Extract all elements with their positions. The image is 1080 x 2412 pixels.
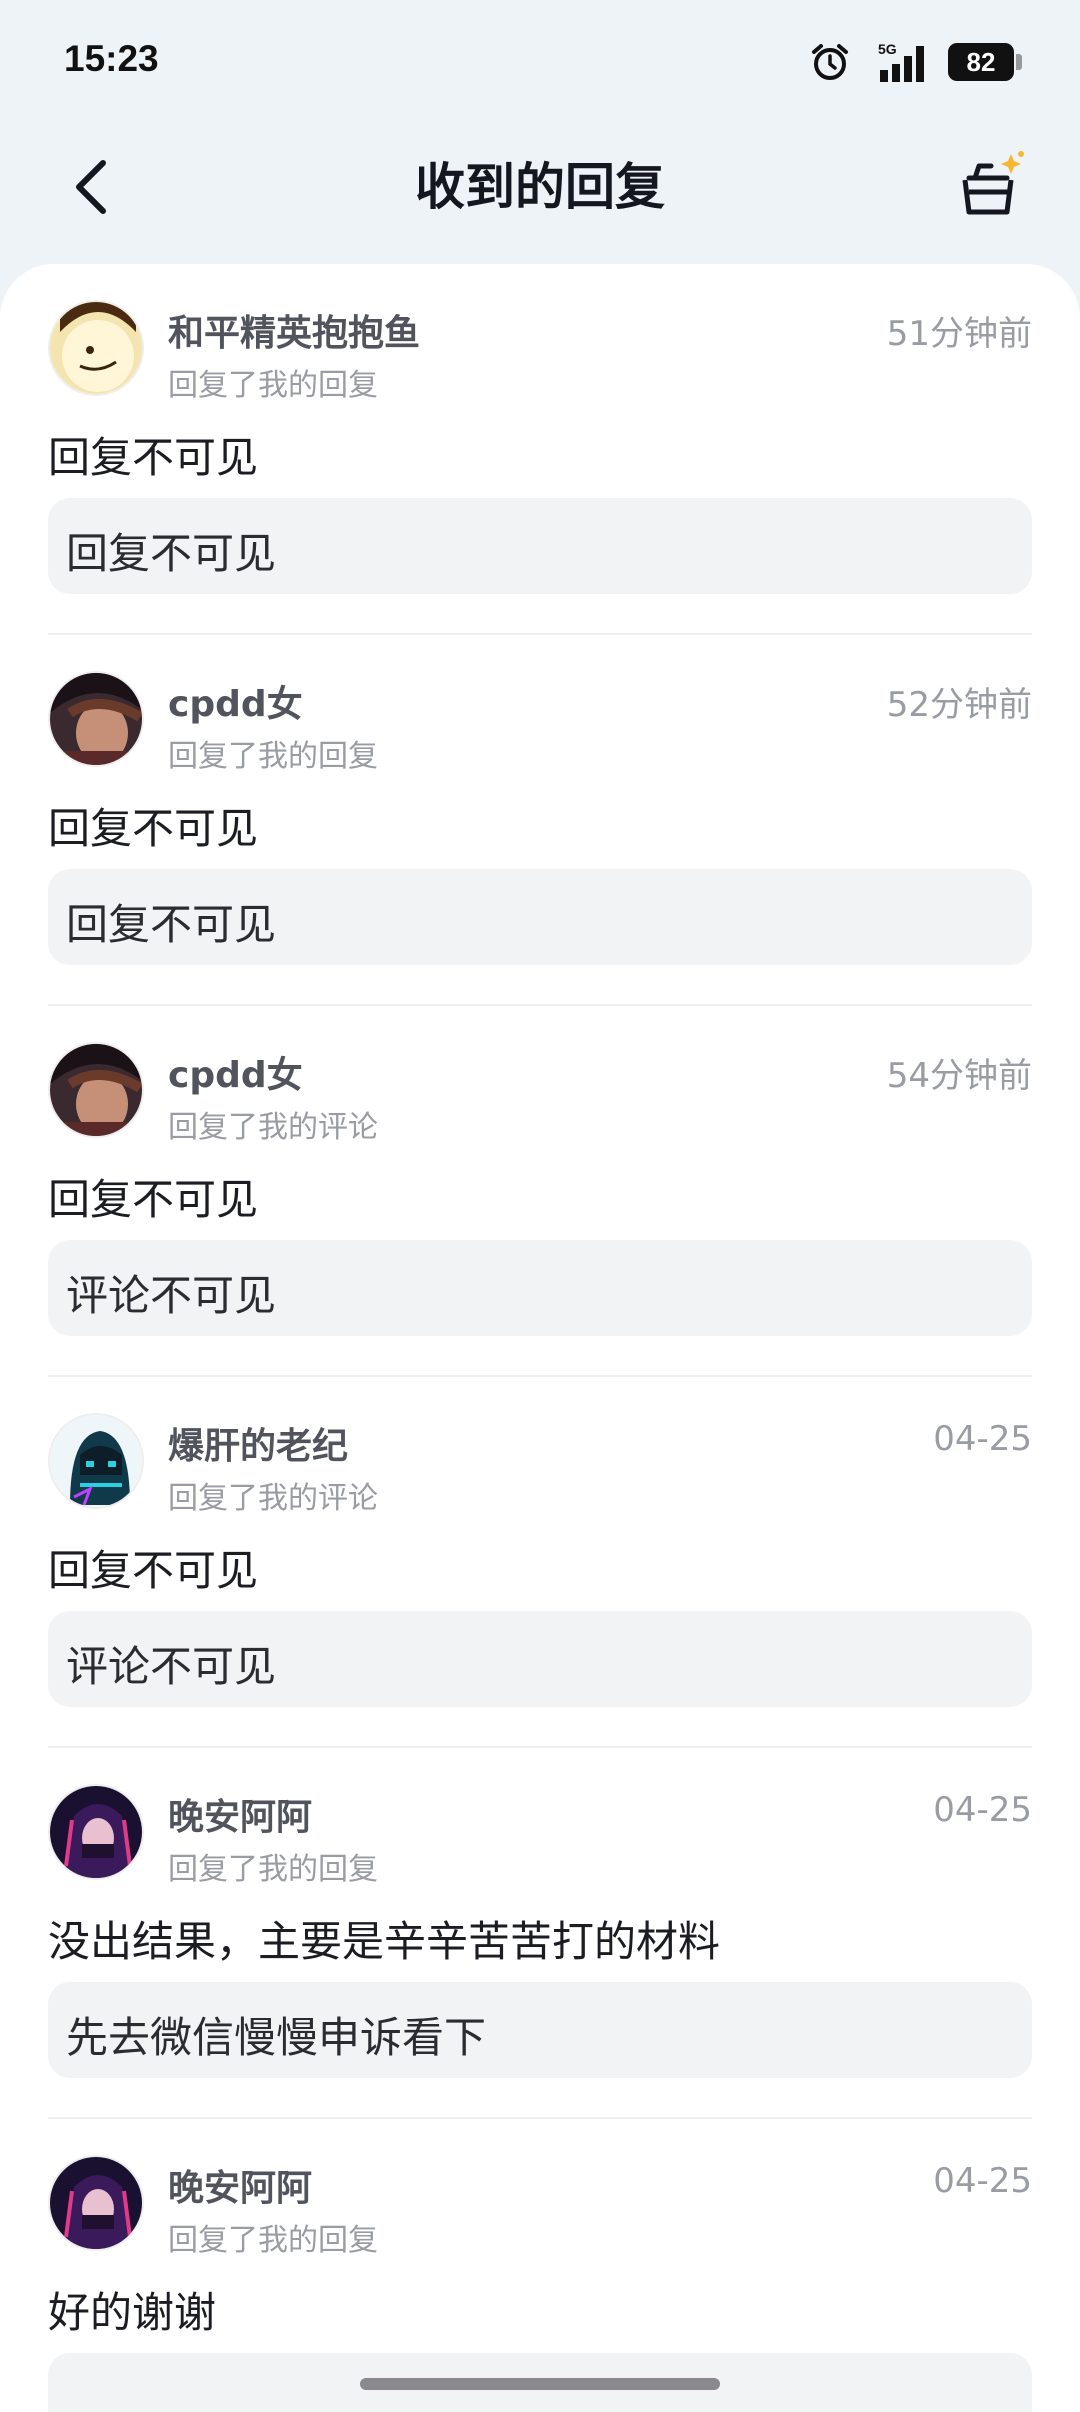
quote-text: 先去微信慢慢申诉看下 [66, 2013, 487, 2062]
reply-item[interactable]: cpdd女 回复了我的评论 54分钟前 回复不可见 评论不可见 [48, 1006, 1032, 1377]
status-bar: 15:23 5G 82 [0, 0, 1080, 120]
quoted-content[interactable]: 先去微信慢慢申诉看下 [48, 1982, 1032, 2078]
reply-item[interactable]: cpdd女 回复了我的回复 52分钟前 回复不可见 回复不可见 [48, 635, 1032, 1006]
reply-action: 回复了我的评论 [168, 1110, 378, 1145]
reply-time: 51分钟前 [886, 314, 1032, 354]
status-icons: 5G 82 [810, 40, 1024, 84]
reply-time: 04-25 [933, 1790, 1032, 1830]
page-title: 收到的回复 [415, 158, 665, 216]
quote-text: 回复不可见 [66, 900, 277, 949]
quote-text: 评论不可见 [66, 1271, 277, 1320]
username[interactable]: cpdd女 [168, 1046, 303, 1098]
quoted-content[interactable]: 回复不可见 [48, 869, 1032, 965]
reply-time: 54分钟前 [886, 1056, 1032, 1096]
username[interactable]: 晚安阿阿 [168, 2159, 312, 2211]
username[interactable]: 晚安阿阿 [168, 1788, 312, 1840]
battery-level: 82 [948, 43, 1014, 81]
reply-action: 回复了我的评论 [168, 1481, 378, 1516]
avatar[interactable] [48, 1413, 144, 1509]
username[interactable]: 和平精英抱抱鱼 [168, 304, 420, 356]
reply-text: 回复不可见 [48, 804, 259, 853]
reply-action: 回复了我的回复 [168, 2223, 378, 2258]
avatar[interactable] [48, 671, 144, 767]
status-time: 15:23 [64, 38, 159, 79]
avatar[interactable] [48, 2155, 144, 2251]
reply-text: 回复不可见 [48, 433, 259, 482]
alarm-icon [810, 42, 850, 82]
reply-action: 回复了我的回复 [168, 739, 378, 774]
quote-text: 回复不可见 [66, 529, 277, 578]
reply-text: 没出结果，主要是辛辛苦苦打的材料 [48, 1917, 721, 1966]
network-label: 5G [878, 41, 897, 57]
reply-item[interactable]: 晚安阿阿 回复了我的回复 04-25 好的谢谢 [48, 2119, 1032, 2412]
reply-text: 回复不可见 [48, 1546, 259, 1595]
avatar[interactable] [48, 300, 144, 396]
reply-item[interactable]: 晚安阿阿 回复了我的回复 04-25 没出结果，主要是辛辛苦苦打的材料 先去微信… [48, 1748, 1032, 2119]
avatar[interactable] [48, 1784, 144, 1880]
quoted-content[interactable]: 评论不可见 [48, 1240, 1032, 1336]
reply-item[interactable]: 爆肝的老纪 回复了我的评论 04-25 回复不可见 评论不可见 [48, 1377, 1032, 1748]
signal-icon: 5G [864, 40, 934, 84]
battery-icon: 82 [948, 43, 1024, 81]
reply-text: 好的谢谢 [48, 2288, 217, 2337]
reply-item[interactable]: 和平精英抱抱鱼 回复了我的回复 51分钟前 回复不可见 回复不可见 [48, 264, 1032, 635]
avatar[interactable] [48, 1042, 144, 1138]
reply-text: 回复不可见 [48, 1175, 259, 1224]
reply-time: 04-25 [933, 1419, 1032, 1459]
reply-time: 04-25 [933, 2161, 1032, 2201]
header: 收到的回复 [0, 120, 1080, 270]
home-indicator[interactable] [360, 2378, 720, 2390]
quoted-content[interactable]: 回复不可见 [48, 498, 1032, 594]
basket-sparkle-icon [962, 151, 1024, 215]
quoted-content[interactable]: 评论不可见 [48, 1611, 1032, 1707]
replies-list: 和平精英抱抱鱼 回复了我的回复 51分钟前 回复不可见 回复不可见 cpdd女 … [0, 264, 1080, 2412]
basket-button[interactable] [946, 138, 1036, 234]
username[interactable]: 爆肝的老纪 [168, 1417, 348, 1469]
reply-action: 回复了我的回复 [168, 1852, 378, 1887]
quote-text: 评论不可见 [66, 1642, 277, 1691]
username[interactable]: cpdd女 [168, 675, 303, 727]
reply-action: 回复了我的回复 [168, 368, 378, 403]
reply-time: 52分钟前 [886, 685, 1032, 725]
